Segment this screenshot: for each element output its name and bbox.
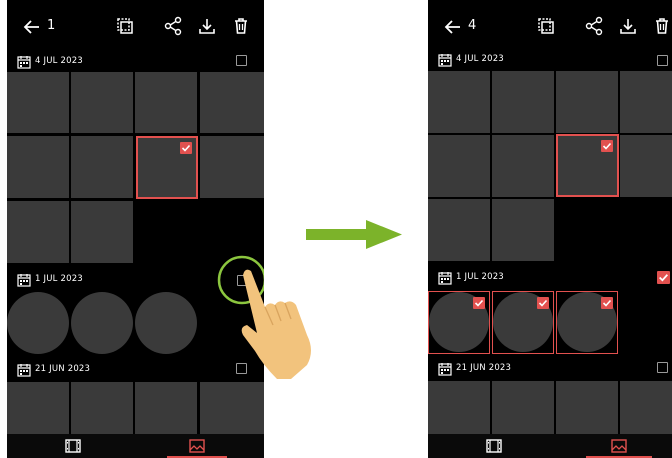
selection-toolbar: 1 bbox=[7, 0, 264, 52]
trash-icon[interactable] bbox=[231, 16, 251, 36]
calendar-icon bbox=[17, 56, 31, 69]
photo-thumbnail[interactable] bbox=[620, 381, 672, 441]
film-icon[interactable] bbox=[65, 439, 81, 453]
video-thumbnail[interactable] bbox=[71, 292, 133, 354]
select-all-icon[interactable] bbox=[536, 16, 556, 36]
photo-thumbnail[interactable] bbox=[200, 136, 264, 198]
select-all-icon[interactable] bbox=[115, 16, 135, 36]
checkmark-icon bbox=[601, 297, 613, 309]
arrow-left-icon[interactable] bbox=[21, 16, 43, 38]
photo-thumbnail-selected[interactable] bbox=[136, 136, 198, 199]
photo-thumbnail[interactable] bbox=[556, 71, 618, 133]
phone-after: 4 4 JUL 2023 1 JUL 2023 21 JUN 2023 bbox=[428, 0, 672, 458]
photo-thumbnail[interactable] bbox=[556, 381, 618, 441]
calendar-icon bbox=[438, 363, 452, 376]
date-label: 4 JUL 2023 bbox=[456, 54, 504, 64]
photo-thumbnail[interactable] bbox=[200, 382, 264, 442]
checkmark-icon bbox=[180, 142, 192, 154]
calendar-icon bbox=[438, 272, 452, 285]
photo-thumbnail[interactable] bbox=[7, 382, 69, 442]
checkmark-icon bbox=[473, 297, 485, 309]
group-checkbox-checked[interactable] bbox=[657, 271, 670, 284]
image-icon[interactable] bbox=[189, 439, 205, 453]
photo-thumbnail[interactable] bbox=[620, 71, 672, 133]
share-icon[interactable] bbox=[163, 16, 183, 36]
photo-thumbnail[interactable] bbox=[428, 381, 490, 441]
calendar-icon bbox=[17, 274, 31, 287]
photo-thumbnail[interactable] bbox=[200, 72, 264, 133]
trash-icon[interactable] bbox=[652, 16, 672, 36]
bottom-tab-bar bbox=[428, 434, 672, 458]
group-checkbox[interactable] bbox=[657, 362, 668, 373]
photo-thumbnail[interactable] bbox=[71, 201, 133, 263]
calendar-icon bbox=[438, 54, 452, 67]
group-checkbox[interactable] bbox=[236, 55, 247, 66]
phone-before: 1 4 JUL 2023 1 JUL 2023 21 JUN 2023 bbox=[7, 0, 264, 458]
photo-thumbnail[interactable] bbox=[71, 72, 133, 133]
checkmark-icon bbox=[537, 297, 549, 309]
photo-thumbnail[interactable] bbox=[428, 199, 490, 261]
date-label: 1 JUL 2023 bbox=[456, 272, 504, 282]
download-icon[interactable] bbox=[618, 16, 638, 36]
share-icon[interactable] bbox=[584, 16, 604, 36]
film-icon[interactable] bbox=[486, 439, 502, 453]
arrow-right-icon bbox=[306, 220, 402, 249]
photo-thumbnail[interactable] bbox=[135, 382, 197, 442]
arrow-left-icon[interactable] bbox=[442, 16, 464, 38]
checkmark-icon bbox=[601, 140, 613, 152]
photo-thumbnail[interactable] bbox=[492, 381, 554, 441]
selected-count: 4 bbox=[468, 18, 477, 33]
photo-thumbnail[interactable] bbox=[71, 136, 133, 198]
calendar-icon bbox=[17, 364, 31, 377]
photo-thumbnail[interactable] bbox=[428, 135, 490, 197]
date-label: 1 JUL 2023 bbox=[35, 274, 83, 284]
video-thumbnail-selected[interactable] bbox=[492, 291, 554, 354]
video-thumbnail[interactable] bbox=[7, 292, 69, 354]
selected-count: 1 bbox=[47, 18, 56, 33]
date-header-21-jun: 21 JUN 2023 bbox=[428, 359, 672, 381]
photo-thumbnail[interactable] bbox=[492, 71, 554, 133]
date-label: 21 JUN 2023 bbox=[456, 363, 512, 373]
photo-thumbnail[interactable] bbox=[492, 135, 554, 197]
image-icon[interactable] bbox=[611, 439, 627, 453]
group-checkbox[interactable] bbox=[657, 55, 668, 66]
date-header-4-jul: 4 JUL 2023 bbox=[7, 52, 264, 74]
selection-toolbar: 4 bbox=[428, 0, 672, 52]
video-thumbnail-selected[interactable] bbox=[556, 291, 618, 354]
photo-thumbnail[interactable] bbox=[71, 382, 133, 442]
video-thumbnail-selected[interactable] bbox=[428, 291, 490, 354]
photo-thumbnail[interactable] bbox=[7, 72, 69, 133]
download-icon[interactable] bbox=[197, 16, 217, 36]
photo-thumbnail[interactable] bbox=[428, 71, 490, 133]
video-thumbnail[interactable] bbox=[135, 292, 197, 354]
bottom-tab-bar bbox=[7, 434, 264, 458]
date-label: 21 JUN 2023 bbox=[35, 364, 91, 374]
photo-thumbnail[interactable] bbox=[492, 199, 554, 261]
photo-thumbnail-selected[interactable] bbox=[556, 134, 619, 197]
photo-thumbnail[interactable] bbox=[7, 136, 69, 198]
photo-thumbnail[interactable] bbox=[7, 201, 69, 263]
date-header-4-jul: 4 JUL 2023 bbox=[428, 50, 672, 72]
photo-thumbnail[interactable] bbox=[620, 135, 672, 197]
hand-pointer-icon bbox=[241, 269, 311, 379]
photo-thumbnail[interactable] bbox=[135, 72, 197, 133]
date-header-1-jul: 1 JUL 2023 bbox=[428, 268, 672, 290]
date-label: 4 JUL 2023 bbox=[35, 56, 83, 66]
